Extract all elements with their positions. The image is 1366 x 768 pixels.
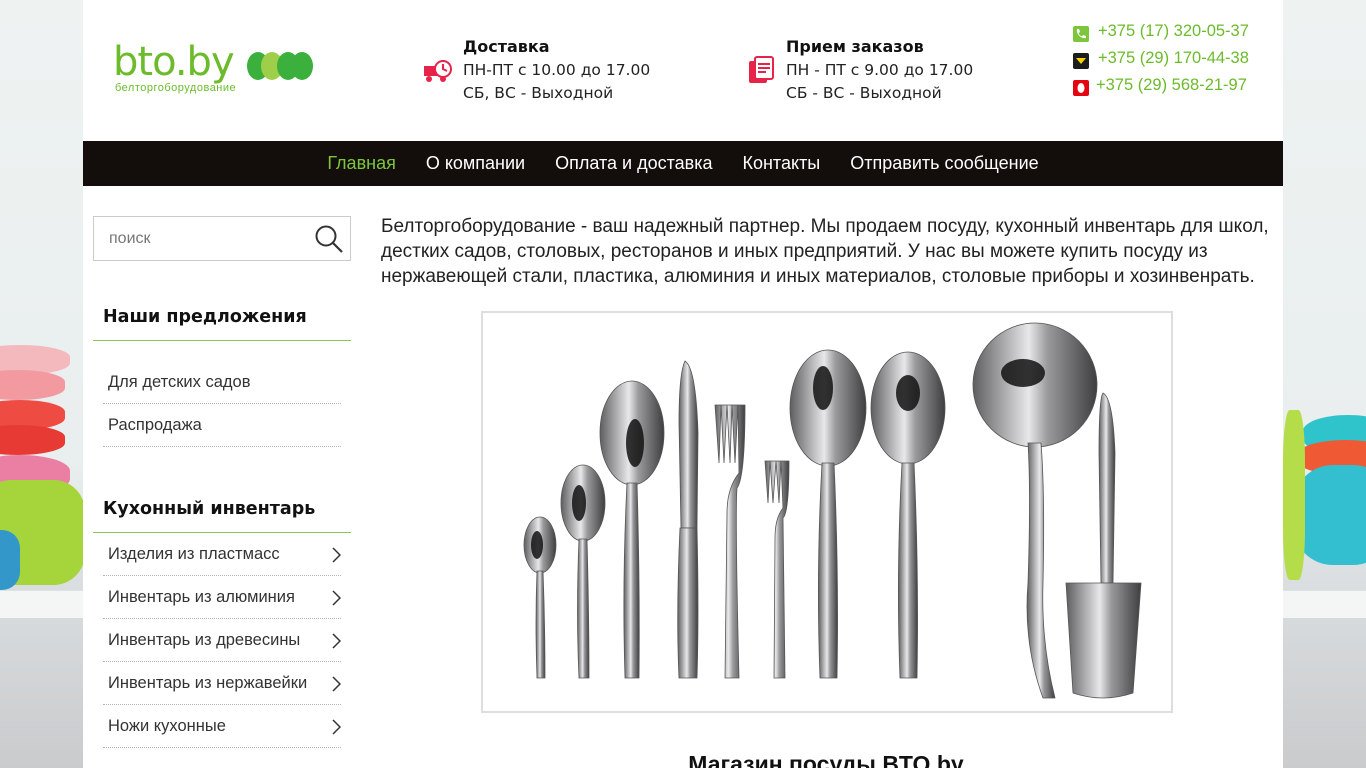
delivery-weekend: СБ, ВС - Выходной <box>463 84 614 102</box>
chevron-right-icon <box>332 676 341 692</box>
delivery-title: Доставка <box>463 37 550 56</box>
intro-text: Белторгоборудование - ваш надежный партн… <box>381 216 1269 287</box>
phone-icon <box>1073 26 1089 42</box>
sidebar-item-knives[interactable]: Ножи кухонные <box>103 705 341 748</box>
nav-item-contacts[interactable]: Контакты <box>743 153 821 174</box>
nav-item-home[interactable]: Главная <box>327 153 396 174</box>
chevron-right-icon <box>332 719 341 735</box>
background-left-decor <box>0 0 83 768</box>
header: bto.by белторгоборудование Доставка ПН-П… <box>83 0 1283 141</box>
offers-section-title: Наши предложения <box>93 303 351 341</box>
phone-list: +375 (17) 320-05-37 +375 (29) 170-44-38 … <box>1073 22 1253 103</box>
search-box <box>93 216 351 261</box>
phone-number: +375 (17) 320-05-37 <box>1098 22 1249 40</box>
main-nav: Главная О компании Оплата и доставка Кон… <box>83 141 1283 186</box>
nav-item-send-message[interactable]: Отправить сообщение <box>850 153 1038 174</box>
phone-item[interactable]: +375 (17) 320-05-37 <box>1073 22 1253 49</box>
phone-item[interactable]: +375 (29) 170-44-38 <box>1073 49 1253 76</box>
logo[interactable]: bto.by белторгоборудование <box>113 40 313 100</box>
sidebar-item-label: Ножи кухонные <box>108 717 226 735</box>
search-icon[interactable] <box>314 224 344 254</box>
mts-icon <box>1073 80 1089 96</box>
cutlery-hero-image <box>481 311 1173 713</box>
chevron-right-icon <box>332 633 341 649</box>
sidebar-item-kindergartens[interactable]: Для детских садов <box>103 361 341 404</box>
sidebar-item-label: Инвентарь из древесины <box>108 631 301 649</box>
sidebar: Наши предложения Для детских садов Распр… <box>93 216 351 748</box>
search-input[interactable] <box>94 217 304 260</box>
orders-title: Прием заказов <box>786 37 924 56</box>
page-container: bto.by белторгоборудование Доставка ПН-П… <box>83 0 1283 768</box>
orders-hours: ПН - ПТ с 9.00 до 17.00 <box>786 61 974 79</box>
orders-clipboard-icon <box>749 56 774 83</box>
logo-subtitle: белторгоборудование <box>115 82 237 94</box>
delivery-truck-icon <box>424 60 452 82</box>
sidebar-item-plastic[interactable]: Изделия из пластмасс <box>103 533 341 576</box>
nav-item-payment-delivery[interactable]: Оплата и доставка <box>555 153 712 174</box>
main-content: Белторгоборудование - ваш надежный партн… <box>381 214 1271 768</box>
page-heading: Магазин посуды BTO.by <box>688 751 964 768</box>
phone-number: +375 (29) 170-44-38 <box>1098 49 1249 67</box>
phone-item[interactable]: +375 (29) 568-21-97 <box>1073 76 1253 103</box>
sidebar-item-stainless[interactable]: Инвентарь из нержавейки <box>103 662 341 705</box>
sidebar-item-label: Инвентарь из нержавейки <box>108 674 308 692</box>
phone-number: +375 (29) 568-21-97 <box>1096 76 1247 94</box>
sidebar-item-aluminium[interactable]: Инвентарь из алюминия <box>103 576 341 619</box>
sidebar-item-label: Инвентарь из алюминия <box>108 588 295 606</box>
velcom-icon <box>1073 53 1089 69</box>
sidebar-item-label: Изделия из пластмасс <box>108 545 280 563</box>
sidebar-item-wood[interactable]: Инвентарь из древесины <box>103 619 341 662</box>
nav-item-about[interactable]: О компании <box>426 153 525 174</box>
delivery-hours: ПН-ПТ с 10.00 до 17.00 <box>463 61 651 79</box>
kitchen-section-title: Кухонный инвентарь <box>93 495 351 533</box>
chevron-right-icon <box>332 547 341 563</box>
orders-weekend: СБ - ВС - Выходной <box>786 84 942 102</box>
background-right-decor <box>1283 0 1366 768</box>
sidebar-item-sale[interactable]: Распродажа <box>103 404 341 447</box>
chevron-right-icon <box>332 590 341 606</box>
cutlery-illustration <box>523 322 1142 699</box>
